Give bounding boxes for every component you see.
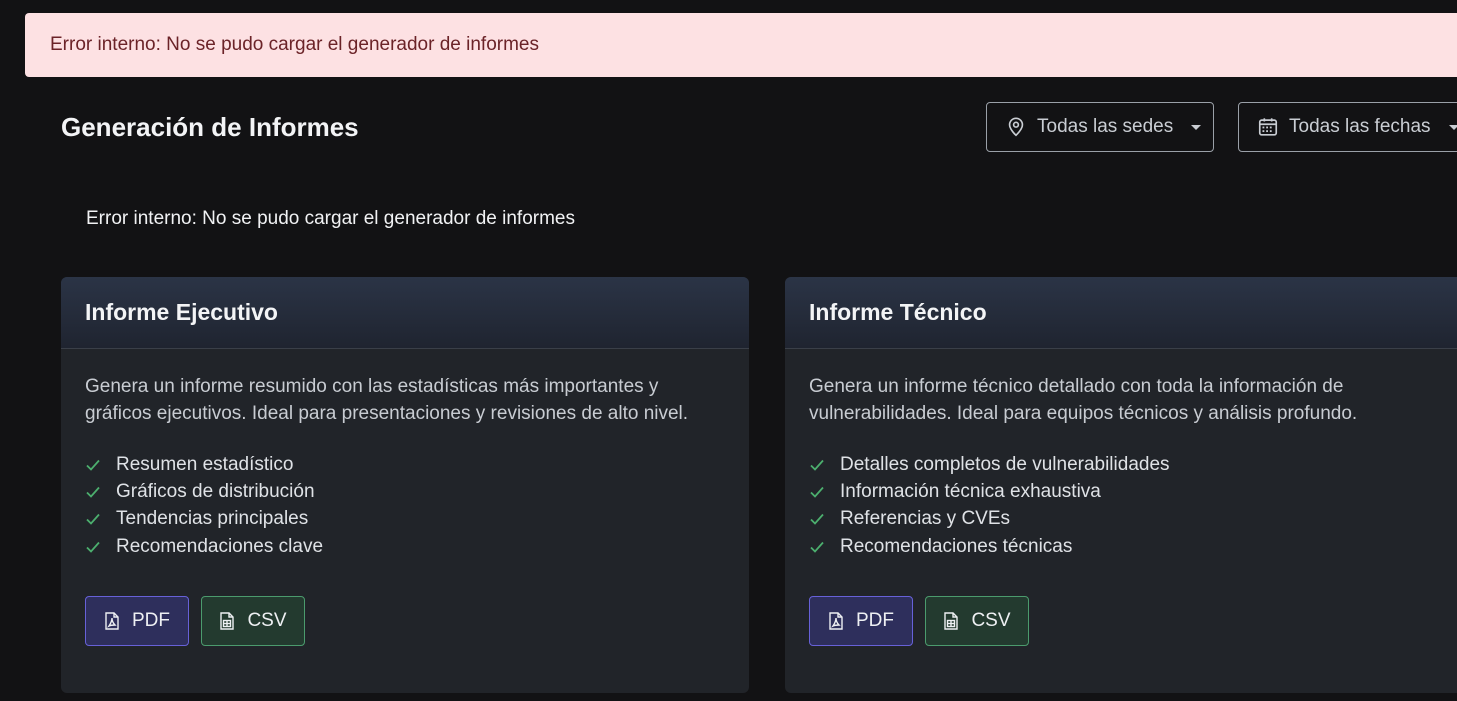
feature-item: Detalles completos de vulnerabilidades (809, 451, 1170, 478)
feature-item: Resumen estadístico (85, 451, 323, 478)
pdf-button-label: PDF (856, 610, 894, 631)
csv-button-label: CSV (971, 610, 1011, 631)
feature-item: Tendencias principales (85, 506, 323, 533)
check-icon (809, 511, 825, 527)
pdf-file-icon (828, 612, 844, 630)
csv-file-icon (943, 612, 959, 630)
pdf-button-label: PDF (132, 610, 170, 631)
map-pin-icon (1005, 116, 1027, 138)
feature-label: Tendencias principales (116, 508, 309, 530)
feature-item: Información técnica exhaustiva (809, 478, 1170, 505)
feature-item: Gráficos de distribución (85, 478, 323, 505)
download-pdf-button[interactable]: PDF (809, 596, 913, 646)
chevron-down-icon (1191, 124, 1202, 130)
error-alert-banner: Error interno: No se pudo cargar el gene… (25, 13, 1457, 77)
card-description: Genera un informe resumido con las estad… (85, 376, 689, 424)
check-icon (809, 457, 825, 473)
fechas-filter-label: Todas las fechas (1289, 116, 1431, 137)
feature-item: Recomendaciones clave (85, 533, 323, 560)
feature-list: Resumen estadístico Gráficos de distribu… (85, 451, 323, 560)
check-icon (85, 511, 101, 527)
feature-label: Recomendaciones técnicas (840, 535, 1073, 557)
feature-label: Información técnica exhaustiva (840, 480, 1101, 502)
csv-button-label: CSV (247, 610, 287, 631)
feature-list: Detalles completos de vulnerabilidades I… (809, 451, 1170, 560)
technical-report-card: Informe Técnico Genera un informe técnic… (785, 277, 1457, 693)
inline-error-message: Error interno: No se pudo cargar el gene… (86, 208, 575, 229)
download-pdf-button[interactable]: PDF (85, 596, 189, 646)
chevron-down-icon (1448, 124, 1457, 130)
feature-label: Resumen estadístico (116, 453, 294, 475)
feature-label: Gráficos de distribución (116, 480, 315, 502)
check-icon (85, 539, 101, 555)
card-title: Informe Técnico (785, 277, 1457, 349)
download-csv-button[interactable]: CSV (201, 596, 305, 646)
executive-report-card: Informe Ejecutivo Genera un informe resu… (61, 277, 749, 693)
sedes-filter-label: Todas las sedes (1037, 116, 1174, 137)
page-title: Generación de Informes (61, 112, 359, 142)
feature-item: Referencias y CVEs (809, 506, 1170, 533)
download-csv-button[interactable]: CSV (925, 596, 1029, 646)
feature-label: Recomendaciones clave (116, 535, 324, 557)
calendar-icon (1257, 116, 1279, 138)
sedes-filter-dropdown[interactable]: Todas las sedes (986, 102, 1214, 152)
csv-file-icon (219, 612, 235, 630)
error-alert-message: Error interno: No se pudo cargar el gene… (50, 34, 539, 55)
card-title: Informe Ejecutivo (61, 277, 749, 349)
check-icon (85, 484, 101, 500)
feature-label: Detalles completos de vulnerabilidades (840, 453, 1170, 475)
check-icon (85, 457, 101, 473)
check-icon (809, 484, 825, 500)
pdf-file-icon (104, 612, 120, 630)
feature-item: Recomendaciones técnicas (809, 533, 1170, 560)
card-description: Genera un informe técnico detallado con … (809, 376, 1358, 424)
feature-label: Referencias y CVEs (840, 508, 1011, 530)
fechas-filter-dropdown[interactable]: Todas las fechas (1238, 102, 1457, 152)
check-icon (809, 539, 825, 555)
